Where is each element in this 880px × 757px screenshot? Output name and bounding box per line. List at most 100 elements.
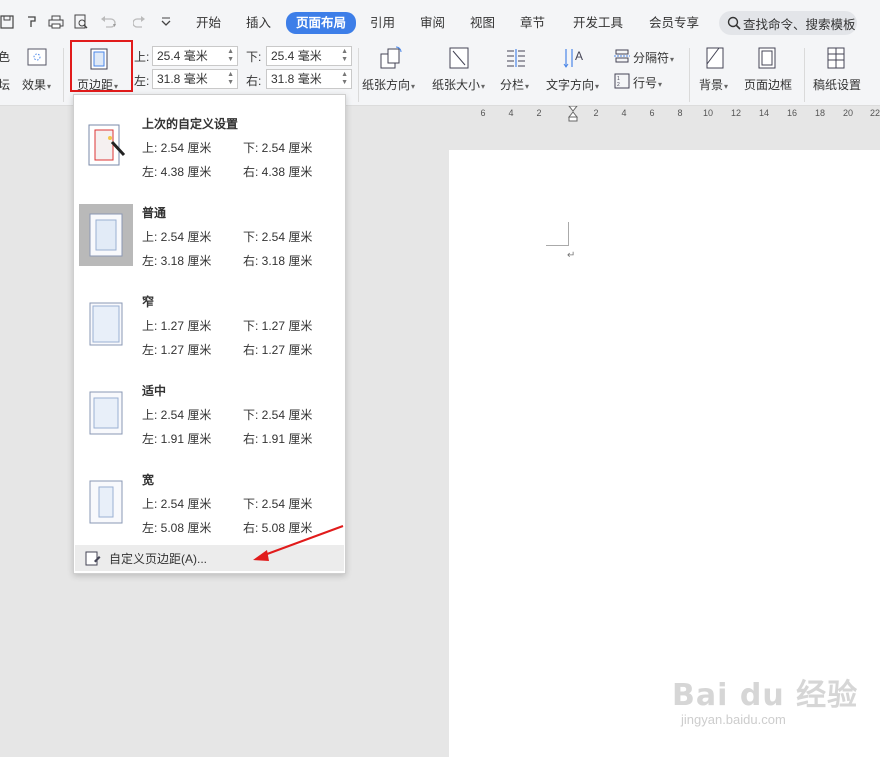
margin-preset-normal[interactable]: 普通 上: 2.54 厘米 下: 2.54 厘米 左: 3.18 厘米 右: 3… — [74, 192, 345, 280]
tab-member[interactable]: 会员专享 — [649, 13, 699, 33]
background-label: 背景 — [699, 78, 724, 92]
bottom-margin-value: 25.4 毫米 — [271, 49, 322, 63]
spinner-icon[interactable]: ▲ ▼ — [227, 71, 234, 87]
left-margin-label: 左: — [134, 74, 150, 88]
margin-preset-narrow[interactable]: 窄 上: 1.27 厘米 下: 1.27 厘米 左: 1.27 厘米 右: 1.… — [74, 281, 345, 369]
tab-review[interactable]: 审阅 — [420, 13, 445, 33]
effects-button[interactable]: 效果▾ — [22, 76, 51, 93]
breaks-icon[interactable] — [614, 49, 630, 66]
command-search[interactable]: 查找命令、搜索模板 — [719, 11, 857, 35]
line-numbers-label: 行号 — [633, 76, 658, 90]
page-border-button[interactable]: 页面边框 — [744, 76, 792, 93]
paper-size-icon[interactable] — [448, 46, 470, 73]
preset-bottom-value: 下: 1.27 厘米 — [243, 319, 313, 333]
ruler-tick: 14 — [758, 108, 770, 118]
tab-insert[interactable]: 插入 — [246, 13, 271, 33]
top-margin-input[interactable]: 25.4 毫米 ▲ ▼ — [152, 46, 238, 66]
text-direction-label: 文字方向 — [546, 78, 595, 92]
right-margin-label: 右: — [246, 74, 262, 88]
tab-home[interactable]: 开始 — [196, 13, 221, 33]
text-direction-icon[interactable]: A — [562, 46, 586, 73]
partial-font-label[interactable]: 坛 — [0, 76, 10, 93]
print-icon[interactable] — [46, 12, 66, 32]
top-margin-label: 上: — [134, 50, 150, 64]
print-preview-icon[interactable] — [71, 12, 91, 32]
search-icon — [727, 16, 741, 30]
spinner-icon[interactable]: ▲ ▼ — [341, 48, 348, 64]
indent-marker[interactable] — [567, 105, 579, 125]
preset-title: 宽 — [142, 473, 155, 487]
more-icon[interactable] — [156, 12, 176, 32]
tab-references[interactable]: 引用 — [370, 13, 395, 33]
manuscript-button[interactable]: 稿纸设置 — [813, 76, 861, 93]
preset-bottom-value: 下: 2.54 厘米 — [243, 408, 313, 422]
columns-icon[interactable] — [505, 47, 527, 72]
effects-label: 效果 — [22, 78, 47, 92]
margin-preset-last-custom[interactable]: 上次的自定义设置 上: 2.54 厘米 下: 2.54 厘米 左: 4.38 厘… — [74, 103, 345, 191]
spinner-icon[interactable]: ▲ ▼ — [227, 48, 234, 64]
preset-title: 适中 — [142, 384, 167, 398]
line-numbers-button[interactable]: 行号▾ — [633, 74, 662, 91]
tab-view[interactable]: 视图 — [470, 13, 495, 33]
undo-icon[interactable]: ▾ — [98, 12, 118, 32]
custom-margins-icon — [85, 551, 101, 566]
manuscript-icon[interactable] — [826, 46, 846, 73]
tab-section[interactable]: 章节 — [520, 13, 545, 33]
annotation-arrow — [253, 525, 344, 561]
preset-left-value: 左: 1.91 厘米 — [142, 432, 212, 446]
narrow-margin-icon — [79, 293, 133, 355]
preset-left-value: 左: 5.08 厘米 — [142, 521, 212, 535]
format-painter-icon[interactable] — [22, 12, 42, 32]
document-page[interactable]: ↵ — [449, 150, 880, 757]
breaks-button[interactable]: 分隔符▾ — [633, 49, 674, 66]
preset-title: 上次的自定义设置 — [142, 117, 239, 131]
paper-size-label: 纸张大小 — [432, 78, 481, 92]
ruler-tick: 6 — [480, 108, 486, 118]
orientation-button[interactable]: 纸张方向▾ — [362, 76, 415, 93]
baidu-watermark-url: jingyan.baidu.com — [681, 712, 786, 727]
paragraph-mark-icon: ↵ — [567, 250, 576, 261]
top-margin-value: 25.4 毫米 — [157, 49, 208, 63]
preset-right-value: 右: 4.38 厘米 — [243, 165, 313, 179]
paper-size-button[interactable]: 纸张大小▾ — [432, 76, 485, 93]
redo-icon[interactable] — [130, 12, 150, 32]
spinner-icon[interactable]: ▲ ▼ — [341, 71, 348, 87]
preset-title: 普通 — [142, 206, 167, 220]
columns-button[interactable]: 分栏▾ — [500, 76, 529, 93]
preset-left-value: 左: 3.18 厘米 — [142, 254, 212, 268]
margin-preset-moderate[interactable]: 适中 上: 2.54 厘米 下: 2.54 厘米 左: 1.91 厘米 右: 1… — [74, 370, 345, 458]
right-margin-input[interactable]: 31.8 毫米 ▲ ▼ — [266, 69, 352, 89]
columns-label: 分栏 — [500, 78, 525, 92]
effects-icon[interactable] — [27, 48, 47, 69]
preset-top-value: 上: 2.54 厘米 — [142, 230, 212, 244]
preset-top-value: 上: 2.54 厘米 — [142, 141, 212, 155]
ruler-tick: 22 — [869, 108, 880, 118]
bottom-margin-input[interactable]: 25.4 毫米 ▲ ▼ — [266, 46, 352, 66]
normal-margin-icon — [79, 204, 133, 266]
preset-right-value: 右: 1.27 厘米 — [243, 343, 313, 357]
preset-title: 窄 — [142, 295, 155, 309]
preset-right-value: 右: 1.91 厘米 — [243, 432, 313, 446]
left-margin-input[interactable]: 31.8 毫米 ▲ ▼ — [152, 69, 238, 89]
preset-bottom-value: 下: 2.54 厘米 — [243, 497, 313, 511]
save-icon[interactable] — [0, 12, 17, 32]
line-numbers-icon[interactable]: 12 — [614, 73, 630, 92]
orientation-label: 纸张方向 — [362, 78, 411, 92]
ruler-tick: 16 — [786, 108, 798, 118]
ruler-tick: 4 — [621, 108, 627, 118]
text-direction-button[interactable]: 文字方向▾ — [546, 76, 599, 93]
preset-left-value: 左: 4.38 厘米 — [142, 165, 212, 179]
partial-color-label[interactable]: 色 — [0, 48, 10, 65]
page-border-icon[interactable] — [757, 46, 777, 73]
ruler-tick: 12 — [730, 108, 742, 118]
ruler-tick: 10 — [702, 108, 714, 118]
preset-left-value: 左: 1.27 厘米 — [142, 343, 212, 357]
search-label: 查找命令、搜索模板 — [743, 17, 856, 32]
breaks-label: 分隔符 — [633, 51, 670, 65]
background-button[interactable]: 背景▾ — [699, 76, 728, 93]
background-icon[interactable] — [705, 46, 725, 73]
tab-page-layout[interactable]: 页面布局 — [286, 12, 357, 34]
orientation-icon[interactable] — [379, 46, 403, 73]
tab-developer[interactable]: 开发工具 — [573, 13, 623, 33]
svg-text:▾: ▾ — [113, 23, 116, 28]
